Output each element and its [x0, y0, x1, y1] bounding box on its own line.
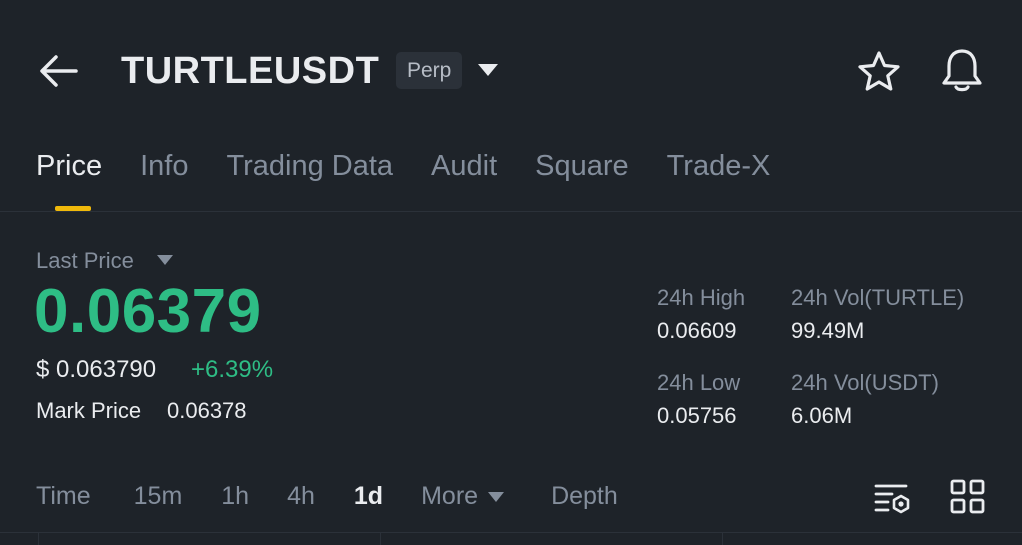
tab-audit[interactable]: Audit [431, 150, 497, 183]
tab-info[interactable]: Info [140, 150, 188, 183]
divider [0, 211, 1022, 212]
vol-base-label: 24h Vol(TURTLE) [791, 285, 965, 310]
favorite-button[interactable] [857, 50, 901, 92]
timeframe-1h[interactable]: 1h [221, 482, 249, 511]
timeframe-more-label: More [421, 482, 479, 510]
mark-price-value: 0.06378 [167, 398, 247, 423]
price-change-percent: +6.39% [191, 356, 274, 383]
tab-trade-x[interactable]: Trade-X [667, 150, 771, 183]
chart-gridline [380, 533, 381, 545]
timeframe-bar: Time 15m 1h 4h 1d More Depth [36, 482, 618, 511]
tab-price[interactable]: Price [36, 150, 102, 183]
vol-quote-label: 24h Vol(USDT) [791, 370, 939, 395]
last-price-value: 0.06379 [34, 277, 262, 346]
chart-gridline [722, 533, 723, 545]
timeframe-more[interactable]: More [421, 482, 505, 511]
depth-tab[interactable]: Depth [551, 482, 618, 511]
high-24h-value: 0.06609 [657, 318, 737, 343]
last-price-label[interactable]: Last Price [36, 248, 134, 274]
divider [0, 532, 1022, 533]
timeframe-15m[interactable]: 15m [134, 482, 183, 511]
caret-down-icon[interactable] [156, 254, 174, 266]
high-24h-label: 24h High [657, 285, 746, 310]
tab-trading-data[interactable]: Trading Data [226, 150, 393, 183]
usd-price: $ 0.063790 [36, 356, 157, 383]
mark-price-label: Mark Price [36, 398, 142, 423]
tab-square[interactable]: Square [535, 150, 629, 183]
back-button[interactable] [38, 52, 80, 90]
symbol-title[interactable]: TURTLEUSDT [121, 50, 379, 93]
chart-gridline [38, 533, 39, 545]
caret-down-icon [488, 491, 505, 502]
low-24h-value: 0.05756 [657, 403, 737, 428]
grid-icon [950, 479, 985, 514]
chart-settings-button[interactable] [872, 478, 914, 520]
timeframe-1d[interactable]: 1d [354, 482, 383, 511]
vol-quote-value: 6.06M [791, 403, 853, 428]
timeframe-4h[interactable]: 4h [287, 482, 315, 511]
vol-base-value: 99.49M [791, 318, 865, 343]
price-alert-button[interactable] [940, 47, 984, 93]
back-arrow-icon [40, 55, 78, 87]
bell-icon [942, 49, 982, 92]
low-24h-label: 24h Low [657, 370, 741, 395]
contract-type-badge[interactable]: Perp [396, 52, 463, 89]
chevron-down-icon[interactable] [477, 62, 499, 78]
timeframe-time[interactable]: Time [36, 482, 91, 511]
layout-grid-button[interactable] [948, 478, 988, 518]
tab-bar: Price Info Trading Data Audit Square Tra… [36, 150, 808, 183]
star-icon [858, 51, 900, 91]
indicator-settings-icon [874, 484, 910, 514]
